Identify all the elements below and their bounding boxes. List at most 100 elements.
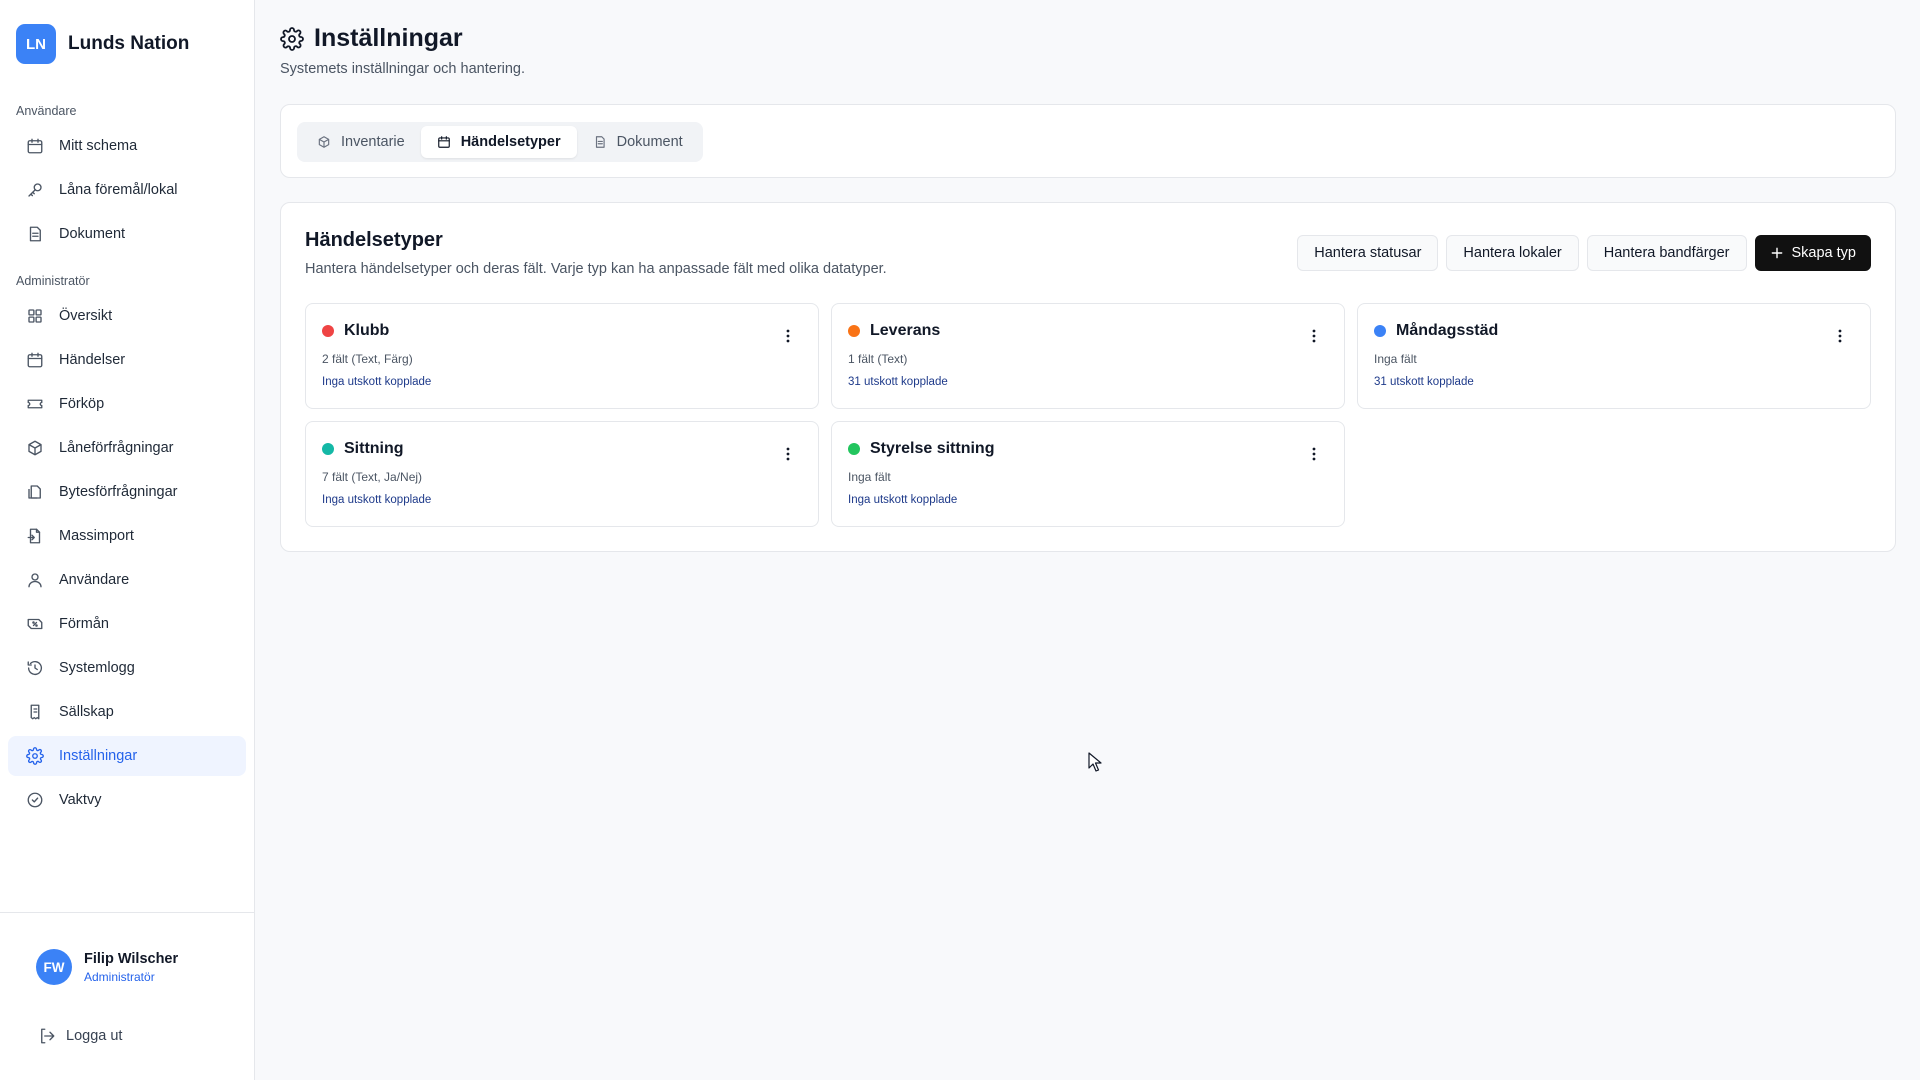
sidebar-item-laneforfragningar[interactable]: Låneförfrågningar [8,428,246,468]
ticket-percent-icon [25,614,45,634]
sidebar-item-forman[interactable]: Förmån [8,604,246,644]
main-content: Inställningar Systemets inställningar oc… [256,0,1920,1080]
brand-logo: LN [16,24,56,64]
event-type-card[interactable]: Sittning 7 fält (Text, Ja/Nej) Inga utsk… [305,421,819,527]
gear-icon [25,746,45,766]
history-icon [25,658,45,678]
tab-list: Inventarie Händelsetyper Dokument [297,122,703,162]
event-type-title-row: Styrelse sittning [848,440,1328,458]
sidebar-item-label: Mitt schema [59,138,138,154]
user-profile[interactable]: FW Filip Wilscher Administratör [36,949,178,985]
event-type-name: Leverans [870,322,941,339]
sidebar-item-label: Förmån [59,616,109,632]
tabs-card: Inventarie Händelsetyper Dokument [280,104,1896,178]
event-type-card[interactable]: Styrelse sittning Inga fält Inga utskott… [831,421,1345,527]
event-type-card[interactable]: Klubb 2 fält (Text, Färg) Inga utskott k… [305,303,819,409]
more-vertical-icon[interactable] [1830,326,1850,346]
create-type-label: Skapa typ [1791,245,1857,261]
event-types-panel: Händelsetyper Hantera händelsetyper och … [280,202,1896,552]
grid-icon [25,306,45,326]
color-dot [848,443,860,455]
manage-venues-button[interactable]: Hantera lokaler [1446,235,1579,271]
sidebar-item-handelser[interactable]: Händelser [8,340,246,380]
sidebar-item-lana[interactable]: Låna föremål/lokal [8,170,246,210]
tab-dokument[interactable]: Dokument [577,126,699,158]
sidebar-item-systemlogg[interactable]: Systemlogg [8,648,246,688]
event-type-fields: 1 fält (Text) [848,352,908,366]
sidebar-item-label: Bytesförfrågningar [59,484,178,500]
sidebar-item-label: Låna föremål/lokal [59,182,178,198]
user-icon [25,570,45,590]
mouse-cursor-icon [1088,752,1102,777]
event-type-card[interactable]: Leverans 1 fält (Text) 31 utskott koppla… [831,303,1345,409]
event-type-name: Måndagsstäd [1396,322,1499,339]
color-dot [322,443,334,455]
event-type-fields: 7 fält (Text, Ja/Nej) [322,470,423,484]
event-type-outputs: 31 utskott kopplade [848,376,948,388]
sidebar: LN Lunds Nation Användare Mitt schema Lå… [0,0,255,1080]
sidebar-item-sallskap[interactable]: Sällskap [8,692,246,732]
sidebar-item-bytesforfragningar[interactable]: Bytesförfrågningar [8,472,246,512]
sidebar-item-installningar[interactable]: Inställningar [8,736,246,776]
calendar-icon [437,134,453,150]
sidebar-item-label: Användare [59,572,130,588]
title-row: Inställningar [280,24,525,53]
more-vertical-icon[interactable] [778,444,798,464]
page-subtitle: Systemets inställningar och hantering. [280,61,526,77]
event-type-card[interactable]: Måndagsstäd Inga fält 31 utskott kopplad… [1357,303,1871,409]
tab-handelsetyper[interactable]: Händelsetyper [420,126,577,158]
sidebar-item-label: Händelser [59,352,126,368]
admin-nav: Översikt Händelser Förköp Låneförfrågnin… [0,296,254,820]
event-type-outputs: Inga utskott kopplade [848,494,958,506]
brand: LN Lunds Nation [0,0,254,88]
event-type-fields: Inga fält [1374,352,1417,366]
panel-actions: Hantera statusar Hantera lokaler Hantera… [1297,235,1871,271]
user-role: Administratör [84,969,155,984]
panel-description: Hantera händelsetyper och deras fält. Va… [305,261,887,277]
logout-button[interactable]: Logga ut [38,1027,122,1045]
gear-icon [280,26,306,52]
event-type-fields: Inga fält [848,470,891,484]
sidebar-item-label: Förköp [59,396,105,412]
more-vertical-icon[interactable] [1304,444,1324,464]
panel-title: Händelsetyper [305,229,443,251]
sidebar-item-forkop[interactable]: Förköp [8,384,246,424]
calendar-icon [25,350,45,370]
key-icon [25,180,45,200]
user-nav: Mitt schema Låna föremål/lokal Dokument [0,126,254,254]
more-vertical-icon[interactable] [1304,326,1324,346]
manage-band-colors-button[interactable]: Hantera bandfärger [1586,235,1747,271]
user-name: Filip Wilscher [84,950,179,967]
manage-statuses-button[interactable]: Hantera statusar [1297,235,1439,271]
sidebar-item-massimport[interactable]: Massimport [8,516,246,556]
sidebar-item-label: Sällskap [59,704,114,720]
swap-icon [25,482,45,502]
section-label-admin: Administratör [16,274,90,288]
sidebar-item-label: Inställningar [59,748,138,764]
color-dot [1374,325,1386,337]
section-label-users: Användare [16,104,77,118]
sidebar-item-label: Dokument [59,226,126,242]
event-type-outputs: 31 utskott kopplade [1374,376,1474,388]
calendar-icon [25,136,45,156]
tab-inventarie[interactable]: Inventarie [301,126,421,158]
sidebar-footer: FW Filip Wilscher Administratör Logga ut [0,912,254,1080]
sidebar-item-mitt-schema[interactable]: Mitt schema [8,126,246,166]
package-icon [25,438,45,458]
logout-icon [38,1027,56,1045]
sidebar-item-oversikt[interactable]: Översikt [8,296,246,336]
ticket-icon [25,394,45,414]
tab-label: Inventarie [341,134,405,150]
event-type-title-row: Leverans [848,322,1328,340]
sidebar-item-label: Översikt [59,308,113,324]
color-dot [322,325,334,337]
shield-check-icon [25,790,45,810]
sidebar-item-dokument[interactable]: Dokument [8,214,246,254]
sidebar-item-vaktvy[interactable]: Vaktvy [8,780,246,820]
more-vertical-icon[interactable] [778,326,798,346]
event-type-name: Klubb [344,322,390,339]
create-type-button[interactable]: Skapa typ [1754,235,1871,271]
event-type-outputs: Inga utskott kopplade [322,494,432,506]
sidebar-item-anvandare[interactable]: Användare [8,560,246,600]
panel-header: Händelsetyper Hantera händelsetyper och … [305,229,887,277]
